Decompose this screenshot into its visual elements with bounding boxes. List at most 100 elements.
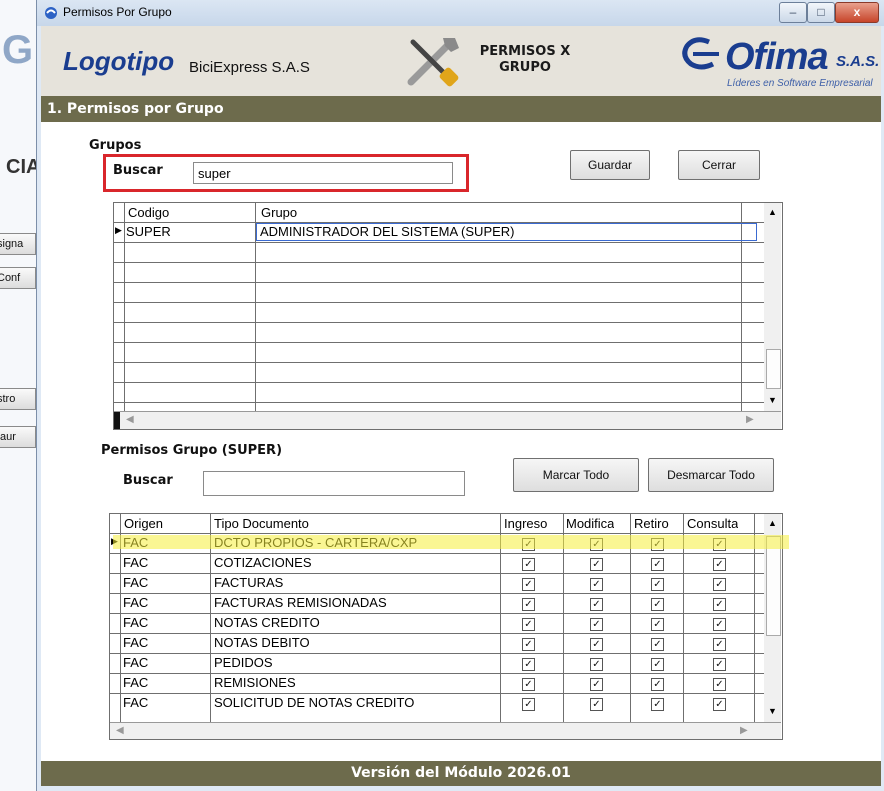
background-button-3[interactable]: stro <box>0 388 36 410</box>
permisos-col-consulta[interactable]: Consulta <box>687 516 738 531</box>
scroll-up-icon[interactable]: ▲ <box>768 207 777 217</box>
scroll-left-icon[interactable]: ◀ <box>116 725 124 736</box>
permisos-col-modifica[interactable]: Modifica <box>566 516 614 531</box>
modifica-checkbox[interactable]: ✓ <box>590 598 603 611</box>
modifica-checkbox[interactable]: ✓ <box>590 618 603 631</box>
mark-all-button[interactable]: Marcar Todo <box>513 458 639 492</box>
retiro-checkbox[interactable]: ✓ <box>651 558 664 571</box>
origen-cell[interactable]: FAC <box>123 595 148 610</box>
scroll-left-icon[interactable]: ◀ <box>126 414 134 425</box>
modifica-checkbox[interactable]: ✓ <box>590 638 603 651</box>
ingreso-checkbox[interactable]: ✓ <box>522 538 535 551</box>
origen-cell[interactable]: FAC <box>123 695 148 710</box>
permisos-vertical-scrollbar[interactable]: ▲ ▼ <box>764 514 781 722</box>
grupos-indicator-block <box>114 412 120 429</box>
modifica-checkbox[interactable]: ✓ <box>590 678 603 691</box>
tipo-documento-cell[interactable]: FACTURAS REMISIONADAS <box>214 595 387 610</box>
background-button-4[interactable]: taur <box>0 426 36 448</box>
permisos-search-input[interactable] <box>203 471 465 496</box>
grupos-horizontal-scrollbar[interactable]: ◀ ▶ <box>114 411 781 429</box>
grupos-search-label: Buscar <box>113 163 163 178</box>
permisos-window: Permisos Por Grupo – □ x Logotipo BiciEx… <box>36 0 884 791</box>
tipo-documento-cell[interactable]: SOLICITUD DE NOTAS CREDITO <box>214 695 414 710</box>
permisos-col-tipo[interactable]: Tipo Documento <box>214 516 309 531</box>
tipo-documento-cell[interactable]: REMISIONES <box>214 675 296 690</box>
retiro-checkbox[interactable]: ✓ <box>651 578 664 591</box>
background-button-2[interactable]: Conf <box>0 267 36 289</box>
maximize-button[interactable]: □ <box>807 2 835 23</box>
module-version: Versión del Módulo 2026.01 <box>351 765 571 781</box>
modifica-checkbox[interactable]: ✓ <box>590 698 603 711</box>
origen-cell[interactable]: FAC <box>123 615 148 630</box>
permisos-horizontal-scrollbar[interactable]: ◀ ▶ <box>110 722 781 739</box>
unmark-all-button[interactable]: Desmarcar Todo <box>648 458 774 492</box>
retiro-checkbox[interactable]: ✓ <box>651 638 664 651</box>
origen-cell[interactable]: FAC <box>123 535 148 550</box>
ingreso-checkbox[interactable]: ✓ <box>522 678 535 691</box>
origen-cell[interactable]: FAC <box>123 675 148 690</box>
tipo-documento-cell[interactable]: FACTURAS <box>214 575 283 590</box>
save-button[interactable]: Guardar <box>570 150 650 180</box>
consulta-checkbox[interactable]: ✓ <box>713 538 726 551</box>
tipo-documento-cell[interactable]: NOTAS DEBITO <box>214 635 310 650</box>
origen-cell[interactable]: FAC <box>123 555 148 570</box>
consulta-checkbox[interactable]: ✓ <box>713 578 726 591</box>
scroll-up-icon[interactable]: ▲ <box>768 518 777 528</box>
client-area: Logotipo BiciExpress S.A.S PERMISOS X GR… <box>41 26 881 786</box>
tipo-documento-cell[interactable]: DCTO PROPIOS - CARTERA/CXP <box>214 535 417 550</box>
grupos-col-codigo[interactable]: Codigo <box>128 205 169 220</box>
retiro-checkbox[interactable]: ✓ <box>651 658 664 671</box>
tipo-documento-cell[interactable]: PEDIDOS <box>214 655 273 670</box>
scroll-down-icon[interactable]: ▼ <box>768 395 777 405</box>
close-button[interactable]: Cerrar <box>678 150 760 180</box>
background-button-1[interactable]: signa <box>0 233 36 255</box>
origen-cell[interactable]: FAC <box>123 575 148 590</box>
retiro-checkbox[interactable]: ✓ <box>651 598 664 611</box>
permisos-col-origen[interactable]: Origen <box>124 516 163 531</box>
grupo-nombre-cell[interactable]: ADMINISTRADOR DEL SISTEMA (SUPER) <box>260 224 515 239</box>
grupos-search-input[interactable] <box>193 162 453 184</box>
consulta-checkbox[interactable]: ✓ <box>713 558 726 571</box>
permisos-col-retiro[interactable]: Retiro <box>634 516 669 531</box>
ingreso-checkbox[interactable]: ✓ <box>522 658 535 671</box>
minimize-button[interactable]: – <box>779 2 807 23</box>
ingreso-checkbox[interactable]: ✓ <box>522 578 535 591</box>
ingreso-checkbox[interactable]: ✓ <box>522 618 535 631</box>
consulta-checkbox[interactable]: ✓ <box>713 658 726 671</box>
retiro-checkbox[interactable]: ✓ <box>651 618 664 631</box>
grupos-col-grupo[interactable]: Grupo <box>261 205 297 220</box>
consulta-checkbox[interactable]: ✓ <box>713 638 726 651</box>
retiro-checkbox[interactable]: ✓ <box>651 698 664 711</box>
permisos-scroll-thumb[interactable] <box>766 536 781 636</box>
ofima-brand: Ofima <box>725 36 829 78</box>
grupo-codigo-cell[interactable]: SUPER <box>126 224 171 239</box>
permisos-grid: Origen Tipo Documento Ingreso Modifica R… <box>109 513 783 740</box>
modifica-checkbox[interactable]: ✓ <box>590 578 603 591</box>
logo: Logotipo <box>63 46 175 76</box>
modifica-checkbox[interactable]: ✓ <box>590 558 603 571</box>
ingreso-checkbox[interactable]: ✓ <box>522 558 535 571</box>
scroll-right-icon[interactable]: ▶ <box>740 725 748 736</box>
modifica-checkbox[interactable]: ✓ <box>590 538 603 551</box>
scroll-right-icon[interactable]: ▶ <box>746 414 754 425</box>
origen-cell[interactable]: FAC <box>123 655 148 670</box>
scroll-down-icon[interactable]: ▼ <box>768 706 777 716</box>
permisos-col-ingreso[interactable]: Ingreso <box>504 516 547 531</box>
tipo-documento-cell[interactable]: COTIZACIONES <box>214 555 312 570</box>
retiro-checkbox[interactable]: ✓ <box>651 538 664 551</box>
consulta-checkbox[interactable]: ✓ <box>713 618 726 631</box>
modifica-checkbox[interactable]: ✓ <box>590 658 603 671</box>
ingreso-checkbox[interactable]: ✓ <box>522 698 535 711</box>
consulta-checkbox[interactable]: ✓ <box>713 598 726 611</box>
close-window-button[interactable]: x <box>835 2 879 23</box>
grupos-vertical-scrollbar[interactable]: ▲ ▼ <box>764 203 781 411</box>
ingreso-checkbox[interactable]: ✓ <box>522 638 535 651</box>
tipo-documento-cell[interactable]: NOTAS CREDITO <box>214 615 320 630</box>
ingreso-checkbox[interactable]: ✓ <box>522 598 535 611</box>
consulta-checkbox[interactable]: ✓ <box>713 698 726 711</box>
consulta-checkbox[interactable]: ✓ <box>713 678 726 691</box>
origen-cell[interactable]: FAC <box>123 635 148 650</box>
title-bar[interactable]: Permisos Por Grupo – □ x <box>37 0 884 26</box>
retiro-checkbox[interactable]: ✓ <box>651 678 664 691</box>
grupos-scroll-thumb[interactable] <box>766 349 781 389</box>
